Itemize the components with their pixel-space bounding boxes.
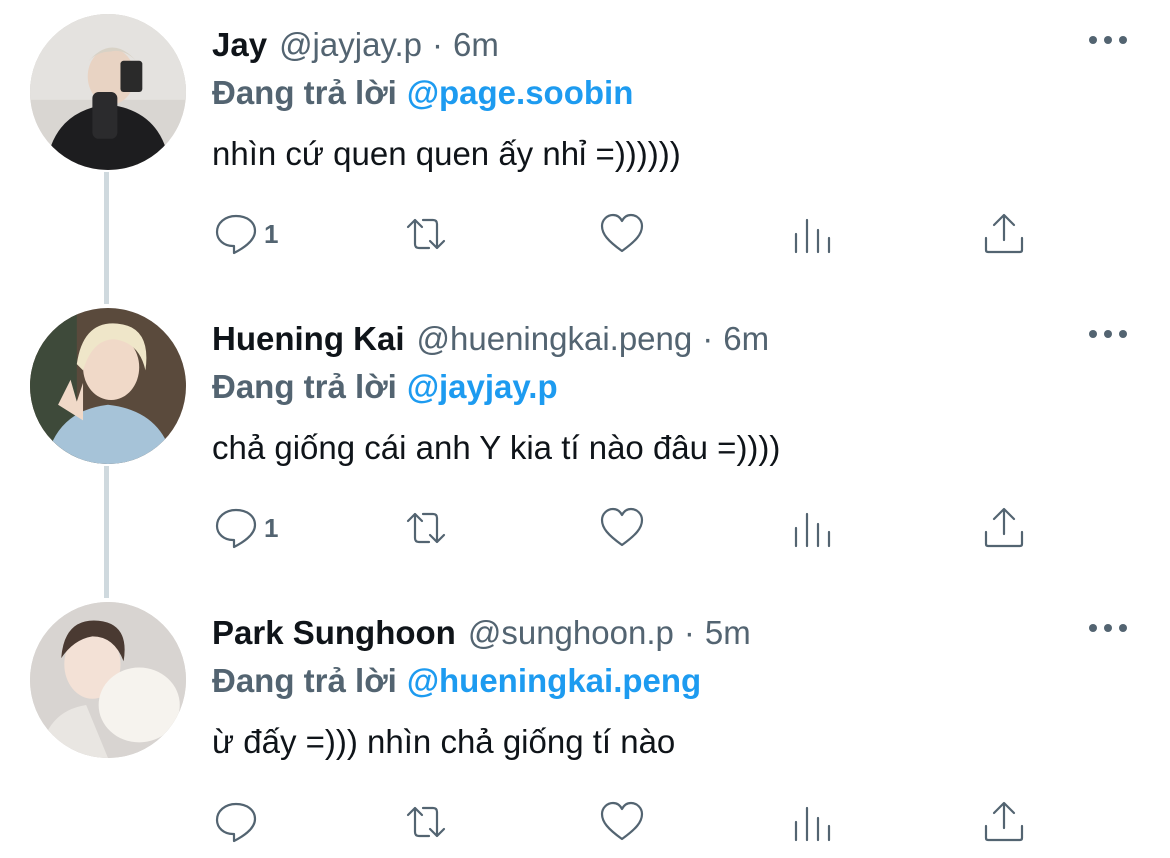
- retweet-button[interactable]: [402, 798, 454, 846]
- retweet-arrows-icon: [406, 218, 446, 250]
- views-button[interactable]: [788, 210, 836, 258]
- replying-to-label: Đang trả lời: [212, 74, 397, 111]
- like-button[interactable]: [598, 210, 650, 258]
- replying-to: Đang trả lời @hueningkai.peng: [212, 660, 701, 702]
- thread-connector: [104, 466, 109, 598]
- reply-thread: Jay @jayjay.p · 6m Đang trả lời @page.soo…: [0, 0, 1170, 858]
- tweet-park-sunghoon[interactable]: Park Sunghoon @sunghoon.p · 5m Đang trả …: [0, 588, 1170, 858]
- avatar-huening-kai-image: [30, 308, 186, 464]
- share-upload-icon: [984, 507, 1024, 548]
- avatar-park-sunghoon-image: [30, 602, 186, 758]
- reply-count: 1: [264, 218, 279, 249]
- tweet-header: Jay @jayjay.p · 6m: [212, 24, 499, 66]
- views-button[interactable]: [788, 504, 836, 552]
- reply-mention-link[interactable]: @hueningkai.peng: [407, 662, 701, 699]
- share-button[interactable]: [980, 504, 1028, 552]
- replying-to: Đang trả lời @jayjay.p: [212, 366, 558, 408]
- views-button[interactable]: [788, 798, 836, 846]
- reply-count: 1: [264, 512, 279, 543]
- separator-dot: ·: [432, 26, 444, 63]
- tweet-actions: 1: [212, 210, 1092, 260]
- more-dots-icon[interactable]: [1086, 616, 1130, 640]
- tweet-text: nhìn cứ quen quen ấy nhỉ =)))))): [212, 135, 681, 172]
- tweet-text: ừ đấy =))) nhìn chả giống tí nào: [212, 723, 676, 760]
- tweet-actions: [212, 798, 1092, 848]
- share-button[interactable]: [980, 210, 1028, 258]
- user-handle[interactable]: @hueningkai.peng: [417, 318, 693, 360]
- reply-button[interactable]: 1: [212, 504, 278, 552]
- tweet-jay[interactable]: Jay @jayjay.p · 6m Đang trả lời @page.soo…: [0, 0, 1170, 304]
- avatar-jay[interactable]: [30, 14, 186, 170]
- replying-to-label: Đang trả lời: [212, 368, 397, 405]
- speech-bubble-icon: [215, 214, 257, 255]
- avatar-huening-kai[interactable]: [30, 308, 186, 464]
- user-handle[interactable]: @jayjay.p: [279, 24, 422, 66]
- more-dots-icon[interactable]: [1086, 322, 1130, 346]
- reply-button[interactable]: 1: [212, 210, 278, 258]
- avatar-park-sunghoon[interactable]: [30, 602, 186, 758]
- tweet-actions: 1: [212, 504, 1092, 554]
- more-dots-icon[interactable]: [1086, 28, 1130, 52]
- retweet-button[interactable]: [402, 504, 454, 552]
- reply-button[interactable]: [212, 798, 264, 846]
- display-name[interactable]: Jay: [212, 24, 267, 66]
- like-button[interactable]: [598, 798, 650, 846]
- reply-mention-link[interactable]: @page.soobin: [407, 74, 634, 111]
- speech-bubble-icon: [215, 802, 257, 843]
- display-name[interactable]: Huening Kai: [212, 318, 405, 360]
- share-button[interactable]: [980, 798, 1028, 846]
- bar-chart-icon: [794, 806, 831, 842]
- timestamp[interactable]: 6m: [723, 318, 769, 360]
- speech-bubble-icon: [215, 508, 257, 549]
- share-upload-icon: [984, 213, 1024, 254]
- heart-icon: [600, 213, 644, 253]
- thread-connector: [104, 172, 109, 304]
- timestamp[interactable]: 5m: [705, 612, 751, 654]
- separator-dot: ·: [702, 320, 714, 357]
- display-name[interactable]: Park Sunghoon: [212, 612, 456, 654]
- retweet-arrows-icon: [406, 512, 446, 544]
- tweet-header: Huening Kai @hueningkai.peng · 6m: [212, 318, 769, 360]
- bar-chart-icon: [794, 218, 831, 254]
- tweet-header: Park Sunghoon @sunghoon.p · 5m: [212, 612, 751, 654]
- replying-to-label: Đang trả lời: [212, 662, 397, 699]
- heart-icon: [600, 801, 644, 841]
- replying-to: Đang trả lời @page.soobin: [212, 72, 633, 114]
- user-handle[interactable]: @sunghoon.p: [468, 612, 674, 654]
- like-button[interactable]: [598, 504, 650, 552]
- separator-dot: ·: [683, 614, 695, 651]
- timestamp[interactable]: 6m: [453, 24, 499, 66]
- share-upload-icon: [984, 801, 1024, 842]
- retweet-arrows-icon: [406, 806, 446, 838]
- avatar-jay-image: [30, 14, 186, 170]
- heart-icon: [600, 507, 644, 547]
- reply-mention-link[interactable]: @jayjay.p: [407, 368, 558, 405]
- retweet-button[interactable]: [402, 210, 454, 258]
- tweet-text: chả giống cái anh Y kia tí nào đâu =)))): [212, 429, 781, 466]
- bar-chart-icon: [794, 512, 831, 548]
- tweet-huening-kai[interactable]: Huening Kai @hueningkai.peng · 6m Đang t…: [0, 294, 1170, 598]
